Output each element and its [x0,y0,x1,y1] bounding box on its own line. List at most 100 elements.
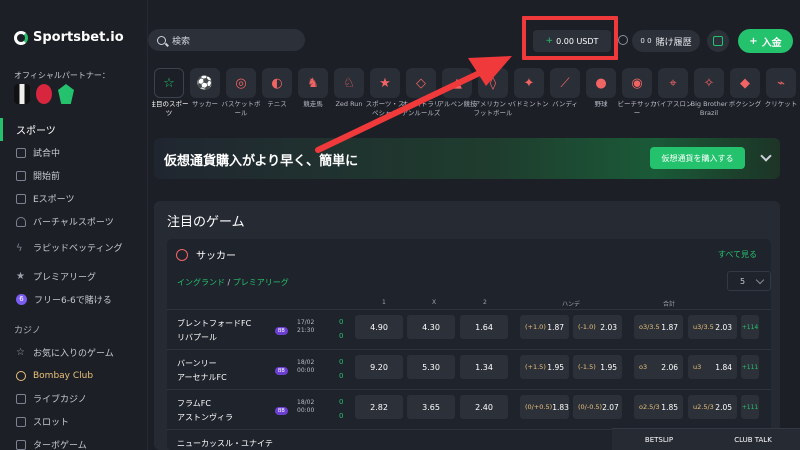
wallet-icon[interactable] [618,35,628,45]
esports-team-crest-icon[interactable] [58,84,74,104]
buy-crypto-button[interactable]: 仮想通貨を購入する [650,147,745,169]
sidebar-item-slots[interactable]: スロット [0,410,148,433]
sidebar-item-favorites[interactable]: ☆ お気に入りのゲーム [0,341,148,364]
odds-value: 2.05 [715,402,732,412]
sport-category-item[interactable]: ◆ ボクシング [728,68,762,109]
sport-name: サッカー [196,251,236,262]
sidebar-item-sports[interactable]: スポーツ [0,118,148,141]
sidebar-item-live[interactable]: 試合中 [0,141,148,164]
league-name-link[interactable]: プレミアリーグ [233,278,289,287]
total-under[interactable]: u3 1.84 [688,355,737,379]
total-under[interactable]: u2.5/3 2.05 [688,395,737,419]
league-count-dropdown[interactable]: 5 [727,271,771,291]
sidebar-item-premier-league[interactable]: ★ プレミアリーグ [0,265,148,288]
total-over[interactable]: o3 2.06 [634,355,683,379]
rewards-button[interactable] [707,30,729,52]
logo-icon [14,30,28,45]
sport-category-item[interactable]: ◊ アメリカン・フットボール [474,68,513,118]
sport-category-item[interactable]: ▲ アルペン競技 [438,68,476,109]
sport-category-item[interactable]: ✦ バドミントン [509,68,549,109]
sidebar-item-rapid-betting[interactable]: ϟ ラピッドベッティング [0,233,148,265]
sport-icon: ◊ [478,68,508,98]
sidebar-item-upcoming[interactable]: 開始前 [0,164,148,187]
sport-category-item[interactable]: ◎ バスケットボール [222,68,261,118]
handicap-home[interactable]: (0/+0.5) 1.83 [520,395,569,419]
more-markets-button[interactable]: +111 [741,355,759,379]
sport-icon: ● [586,68,616,98]
more-markets-button[interactable]: +114 [741,315,759,339]
sport-category-item[interactable]: ⌖ バイアスロン [654,68,693,109]
odd-draw[interactable]: 4.30 [407,315,455,339]
handicap-home[interactable]: (+1.5) 1.95 [520,355,569,379]
sport-category-item[interactable]: ♘ Zed Run [332,68,366,109]
odd-away[interactable]: 2.40 [460,395,508,419]
total-under[interactable]: u3/3.5 2.03 [688,315,737,339]
home-team[interactable]: ブレントフォードFC [177,318,251,329]
chevron-down-icon[interactable] [760,150,772,162]
sidebar-item-turbo-games[interactable]: ターボゲーム [0,433,148,450]
gift-icon [713,36,723,46]
card-header: サッカー [176,247,236,262]
sidebar-item-free-bet[interactable]: 6 フリー6-6で賭ける [0,288,148,311]
bet-history-button[interactable]: 0 0 賭け履歴 [632,30,700,52]
sidebar-item-label: スロット [33,418,70,428]
club-talk-tab[interactable]: CLUB TALK [706,429,800,450]
total-over[interactable]: o3/3.5 1.87 [634,315,683,339]
gamepad-icon [16,193,26,204]
see-all-link[interactable]: すべて見る [718,249,757,260]
sidebar-item-label: フリー6-6で賭ける [34,296,112,306]
search-input[interactable]: 検索 [148,29,305,51]
lightning-icon: ϟ [16,243,23,254]
cards-icon [16,393,26,404]
newcastle-crest-icon[interactable] [14,84,30,104]
sport-icon: ◆ [730,68,760,98]
deposit-button[interactable]: + 入金 [738,29,793,53]
away-team[interactable]: アストンヴィラ [177,412,233,423]
league-country-link[interactable]: イングランド [177,278,225,287]
sport-category-item[interactable]: ⌁ クリケット [764,68,798,109]
sport-category-item[interactable]: ★ スポーツ・スペシャル [366,68,404,118]
betslip-tab[interactable]: BETSLIP [612,429,706,450]
sport-category-item[interactable]: ☆ 注目のスポーツ [152,68,189,118]
odds-value: 1.87 [547,322,564,332]
handicap-away[interactable]: (-1.0) 2.03 [573,315,622,339]
more-markets-button[interactable]: +111 [741,395,759,419]
odd-home[interactable]: 2.82 [355,395,403,419]
odd-away[interactable]: 1.34 [460,355,508,379]
handicap-home[interactable]: (+1.0) 1.87 [520,315,569,339]
sport-category-item[interactable]: ◉ ビーチサッカー [618,68,657,118]
slot-machine-icon [16,416,26,427]
sidebar-item-live-casino[interactable]: ライブカジノ [0,387,148,410]
sport-category-item[interactable]: ⚽ サッカー [188,68,222,109]
sidebar: Sportsbet.io オフィシャルパートナー： スポーツ 試合中 開始前 E… [0,0,148,450]
sport-category-item[interactable]: ● 野球 [584,68,618,109]
sport-category-item[interactable]: ⟋ バンディ [548,68,582,109]
odd-home[interactable]: 9.20 [355,355,403,379]
brand-logo[interactable]: Sportsbet.io [14,30,124,45]
away-score: 0 [339,372,344,380]
sport-category-item[interactable]: ◐ テニス [260,68,294,109]
match-row[interactable]: フラムFC アストンヴィラ BB 18/02 00:00 0 0 2.82 3.65 2.40 (0… [167,389,771,427]
match-row[interactable]: バーンリー アーセナルFC BB 18/02 00:00 0 0 9.20 5.30 1.34 (+… [167,349,771,387]
total-over[interactable]: o2.5/3 1.85 [634,395,683,419]
sidebar-item-virtual-sports[interactable]: バーチャルスポーツ [0,210,148,233]
away-team[interactable]: アーセナルFC [177,372,227,383]
handicap-away[interactable]: (-1.5) 1.95 [573,355,622,379]
southampton-crest-icon[interactable] [36,84,52,104]
match-row[interactable]: ブレントフォードFC リバプール BB 17/02 21:30 0 0 4.90 4.30 1.6… [167,309,771,347]
history-icon: 0 0 [640,37,652,45]
handicap-away[interactable]: (0/-0.5) 2.07 [573,395,622,419]
odd-home[interactable]: 4.90 [355,315,403,339]
sidebar-item-esports[interactable]: Eスポーツ [0,187,148,210]
sidebar-item-bombay-club[interactable]: Bombay Club [0,364,148,387]
odd-away[interactable]: 1.64 [460,315,508,339]
sport-category-item[interactable]: ♞ 競走馬 [296,68,330,109]
odd-draw[interactable]: 5.30 [407,355,455,379]
odd-draw[interactable]: 3.65 [407,395,455,419]
sport-category-item[interactable]: ✧ Big Brother Brazil [691,68,727,118]
sport-category-item[interactable]: ◇ オーストラリアンルールズ [402,68,440,118]
home-team[interactable]: フラムFC [177,398,211,409]
home-team[interactable]: バーンリー [177,358,217,369]
home-team[interactable]: ニューカッスル・ユナイテ [177,438,273,449]
away-team[interactable]: リバプール [177,332,217,343]
